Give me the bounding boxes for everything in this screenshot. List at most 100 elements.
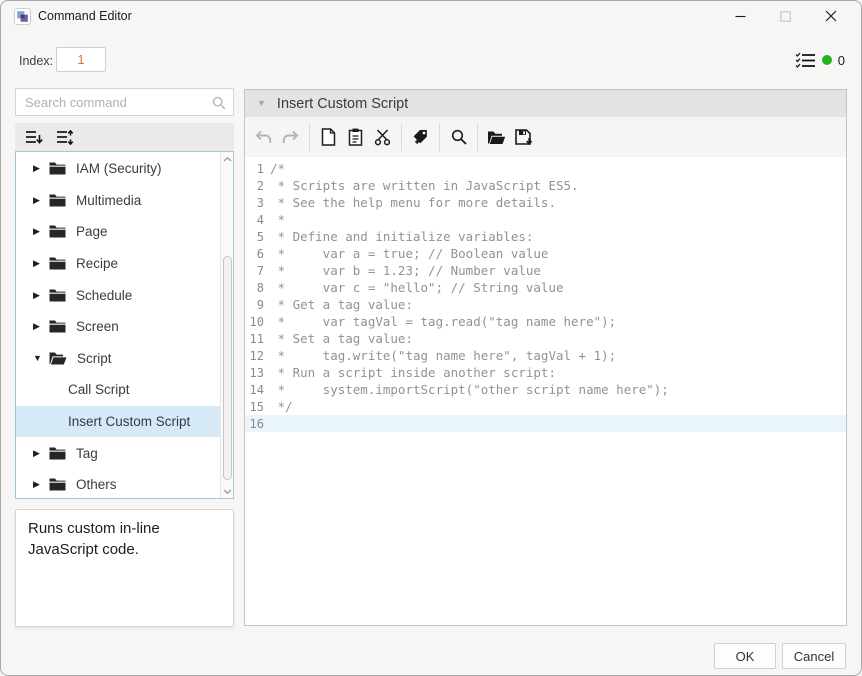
code-line-3: 3 * See the help menu for more details. — [245, 194, 846, 211]
add-tag-button[interactable] — [407, 123, 434, 151]
command-tree: ▶IAM (Security)▶Multimedia▶Page▶Recipe▶S… — [16, 153, 220, 499]
tree-toolbar — [15, 123, 234, 151]
window-title: Command Editor — [38, 9, 132, 23]
line-number: 1 — [245, 162, 264, 176]
chevron-expanded-icon[interactable]: ▼ — [33, 354, 46, 363]
script-panel-title: Insert Custom Script — [277, 96, 408, 112]
code-line-1: 1/* — [245, 160, 846, 177]
expand-all-button[interactable] — [54, 127, 76, 147]
tree-item-script[interactable]: ▼ Script — [16, 343, 220, 375]
tree-item-label: Multimedia — [76, 193, 141, 208]
code-text: * var b = 1.23; // Number value — [270, 263, 541, 278]
line-number: 4 — [245, 213, 264, 227]
command-tree-box: ▶IAM (Security)▶Multimedia▶Page▶Recipe▶S… — [15, 151, 234, 499]
open-folder-icon — [487, 130, 506, 145]
paste-button[interactable] — [342, 123, 369, 151]
command-description: Runs custom in-line JavaScript code. — [15, 509, 234, 627]
tree-item-multimedia[interactable]: ▶ Multimedia — [16, 185, 220, 217]
code-line-15: 15 */ — [245, 398, 846, 415]
save-script-button[interactable] — [510, 123, 537, 151]
code-text: * Run a script inside another script: — [270, 365, 556, 380]
code-line-9: 9 * Get a tag value: — [245, 296, 846, 313]
find-icon — [451, 129, 467, 145]
scroll-up-icon[interactable] — [221, 152, 234, 166]
expand-all-icon — [56, 130, 74, 145]
folder-icon — [49, 225, 66, 238]
chevron-collapsed-icon[interactable]: ▶ — [33, 227, 46, 236]
tree-item-tag[interactable]: ▶Tag — [16, 437, 220, 469]
tree-item-screen[interactable]: ▶ Screen — [16, 311, 220, 343]
folder-icon — [49, 320, 66, 333]
maximize-icon — [780, 11, 791, 22]
tree-item-label: Screen — [76, 319, 119, 334]
folder-icon — [49, 289, 66, 302]
close-button[interactable] — [808, 1, 853, 31]
tree-item-label: Script — [77, 351, 112, 366]
toolbar-separator — [401, 124, 402, 151]
line-number: 16 — [245, 417, 264, 431]
code-line-13: 13 * Run a script inside another script: — [245, 364, 846, 381]
copy-icon — [321, 128, 336, 146]
open-folder-icon — [49, 352, 67, 365]
folder-icon — [49, 194, 66, 207]
script-panel-header: ▼ Insert Custom Script — [245, 90, 846, 117]
tree-item-label: Page — [76, 224, 108, 239]
tree-item-recipe[interactable]: ▶ Recipe — [16, 248, 220, 280]
line-number: 9 — [245, 298, 264, 312]
code-text: * system.importScript("other script name… — [270, 382, 669, 397]
app-icon — [14, 8, 31, 25]
tree-item-call-script[interactable]: Call Script — [16, 374, 220, 406]
tree-item-page[interactable]: ▶ Page — [16, 216, 220, 248]
tree-item-iam-security[interactable]: ▶IAM (Security) — [16, 153, 220, 185]
tree-item-others[interactable]: ▶ Others — [16, 469, 220, 499]
line-number: 6 — [245, 247, 264, 261]
index-input[interactable] — [56, 47, 106, 72]
code-line-7: 7 * var b = 1.23; // Number value — [245, 262, 846, 279]
tree-item-insert-custom-script[interactable]: Insert Custom Script — [16, 406, 220, 438]
chevron-collapsed-icon[interactable]: ▶ — [33, 291, 46, 300]
code-text: * See the help menu for more details. — [270, 195, 556, 210]
tree-item-schedule[interactable]: ▶ Schedule — [16, 279, 220, 311]
tree-item-label: Recipe — [76, 256, 118, 271]
find-button[interactable] — [445, 123, 472, 151]
maximize-button[interactable] — [763, 1, 808, 31]
code-text: * Define and initialize variables: — [270, 229, 533, 244]
cut-icon — [374, 129, 391, 146]
tree-item-label: Schedule — [76, 288, 132, 303]
tree-item-label: Others — [76, 477, 117, 492]
scrollbar-thumb[interactable] — [223, 256, 232, 480]
cancel-button[interactable]: Cancel — [782, 643, 846, 669]
scroll-down-icon[interactable] — [221, 484, 234, 498]
line-number: 5 — [245, 230, 264, 244]
code-text: * var a = true; // Boolean value — [270, 246, 548, 261]
chevron-collapsed-icon[interactable]: ▶ — [33, 196, 46, 205]
copy-button[interactable] — [315, 123, 342, 151]
chevron-collapsed-icon[interactable]: ▶ — [33, 259, 46, 268]
open-script-button[interactable] — [483, 123, 510, 151]
code-editor[interactable]: 1/*2 * Scripts are written in JavaScript… — [245, 157, 846, 625]
line-number: 3 — [245, 196, 264, 210]
code-text: * Set a tag value: — [270, 331, 413, 346]
panel-collapse-icon[interactable]: ▼ — [257, 99, 266, 108]
toolbar-separator — [477, 124, 478, 151]
ok-button[interactable]: OK — [714, 643, 776, 669]
collapse-all-button[interactable] — [23, 127, 45, 147]
validation-list-icon[interactable] — [795, 52, 816, 69]
undo-button[interactable] — [250, 123, 277, 151]
error-count: 0 — [838, 53, 845, 68]
command-editor-window: { "window": { "title": "Command Editor",… — [0, 0, 862, 676]
code-lines: 1/*2 * Scripts are written in JavaScript… — [245, 160, 846, 432]
script-panel: ▼ Insert Custom Script — [244, 89, 847, 626]
chevron-collapsed-icon[interactable]: ▶ — [33, 164, 46, 173]
chevron-collapsed-icon[interactable]: ▶ — [33, 322, 46, 331]
line-number: 13 — [245, 366, 264, 380]
redo-button[interactable] — [277, 123, 304, 151]
search-input[interactable] — [16, 89, 233, 115]
chevron-collapsed-icon[interactable]: ▶ — [33, 480, 46, 489]
tree-scrollbar[interactable] — [220, 152, 233, 498]
chevron-collapsed-icon[interactable]: ▶ — [33, 449, 46, 458]
minimize-button[interactable] — [718, 1, 763, 31]
code-line-11: 11 * Set a tag value: — [245, 330, 846, 347]
cut-button[interactable] — [369, 123, 396, 151]
line-number: 12 — [245, 349, 264, 363]
